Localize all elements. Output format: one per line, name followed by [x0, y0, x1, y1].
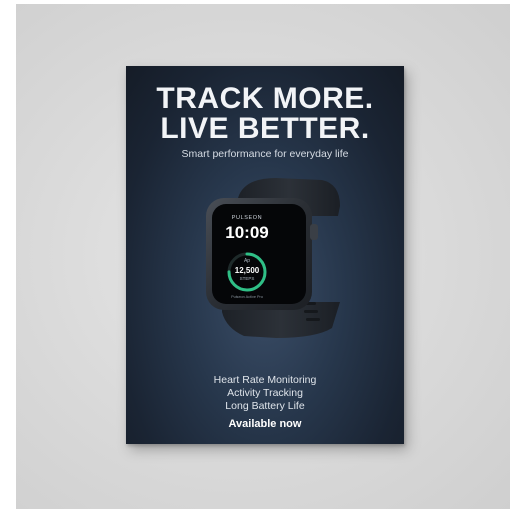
feature-item: Heart Rate Monitoring [213, 374, 317, 386]
feature-list: Heart Rate Monitoring Activity Tracking … [126, 374, 404, 413]
availability-cta: Available now [228, 418, 302, 430]
feature-item: Long Battery Life [225, 400, 305, 412]
steps-unit: STEPS [240, 276, 255, 281]
watch-brand-text: PULSEON [232, 215, 263, 221]
feature-item: Activity Tracking [227, 387, 303, 399]
watch-model-text: Pulseon Active Pro [231, 295, 263, 299]
ring-label: Ap [244, 258, 250, 264]
product-poster: TRACK MORE. LIVE BETTER. Smart performan… [126, 66, 404, 444]
steps-value: 12,500 [235, 266, 260, 275]
watch-crown [310, 224, 318, 240]
watch-time-text: 10:09 [225, 223, 268, 242]
